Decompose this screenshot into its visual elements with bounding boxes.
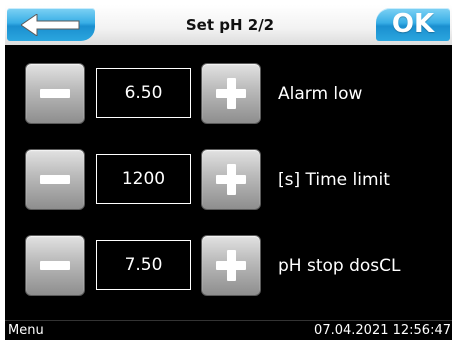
increase-button[interactable] xyxy=(201,235,261,296)
increase-button[interactable] xyxy=(201,149,261,210)
status-bar: Menu 07.04.2021 12:56:47 xyxy=(5,322,452,340)
plus-icon xyxy=(227,250,236,281)
decrease-button[interactable] xyxy=(25,63,85,124)
decrease-button[interactable] xyxy=(25,149,85,210)
back-button[interactable] xyxy=(7,8,95,41)
decrease-button[interactable] xyxy=(25,235,85,296)
header-bar: Set pH 2/2 OK xyxy=(5,5,452,45)
datetime-display: 07.04.2021 12:56:47 xyxy=(314,323,451,338)
minus-icon xyxy=(40,261,70,270)
arrow-left-icon xyxy=(21,14,80,36)
device-screen: Set pH 2/2 OK 6.50 Alarm low 1200 [s] Ti… xyxy=(5,5,452,340)
setting-label: [s] Time limit xyxy=(278,170,390,190)
value-field[interactable]: 7.50 xyxy=(96,240,191,290)
minus-icon xyxy=(40,175,70,184)
menu-link[interactable]: Menu xyxy=(8,322,44,340)
value-field[interactable]: 6.50 xyxy=(96,68,191,118)
page-title: Set pH 2/2 xyxy=(185,16,275,34)
minus-icon xyxy=(40,89,70,98)
plus-icon xyxy=(227,78,236,109)
increase-button[interactable] xyxy=(201,63,261,124)
setting-label: pH stop dosCL xyxy=(278,256,401,276)
value-field[interactable]: 1200 xyxy=(96,154,191,204)
setting-row-ph-stop-doscl: 7.50 pH stop dosCL xyxy=(5,234,452,298)
setting-label: Alarm low xyxy=(278,84,363,104)
setting-row-alarm-low: 6.50 Alarm low xyxy=(5,62,452,126)
plus-icon xyxy=(227,164,236,195)
footer-divider xyxy=(5,320,452,321)
ok-button[interactable]: OK xyxy=(376,8,450,41)
setting-row-time-limit: 1200 [s] Time limit xyxy=(5,148,452,212)
